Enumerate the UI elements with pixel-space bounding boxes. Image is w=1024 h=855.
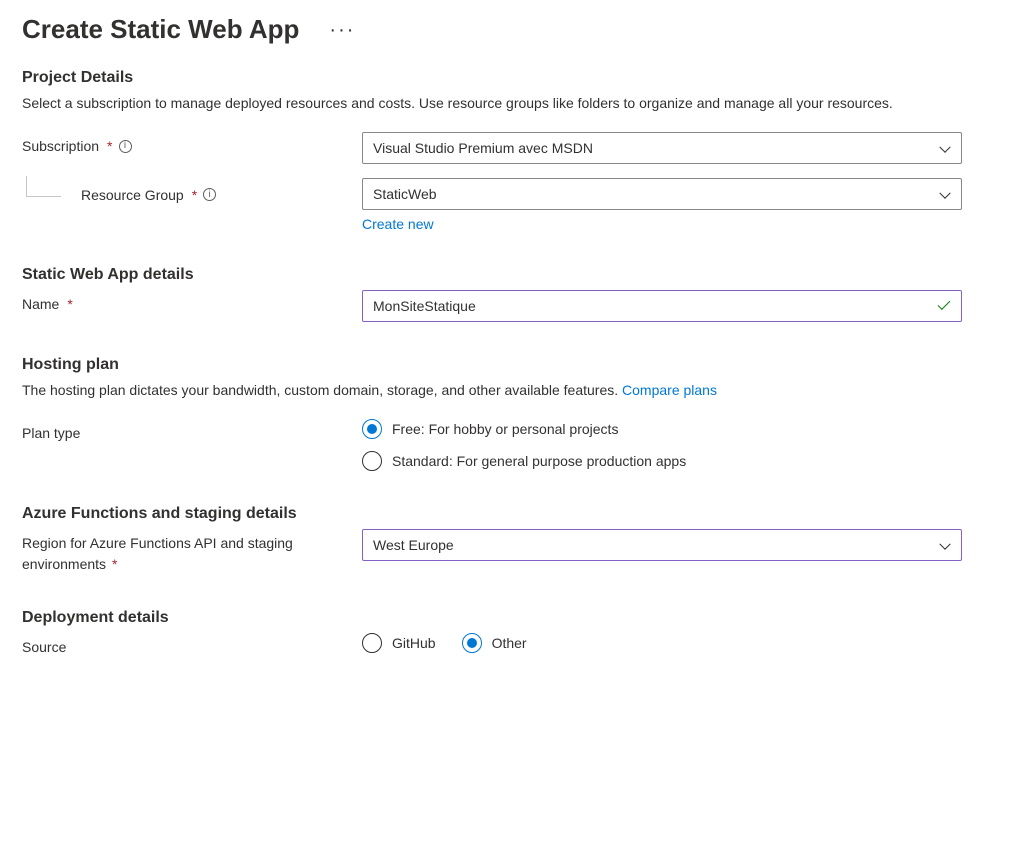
plan-radio-standard[interactable]: Standard: For general purpose production… <box>362 451 962 471</box>
compare-plans-link[interactable]: Compare plans <box>622 382 717 398</box>
info-icon[interactable]: i <box>119 140 132 153</box>
chevron-down-icon <box>939 188 950 199</box>
name-value: MonSiteStatique <box>373 298 476 314</box>
radio-icon <box>462 633 482 653</box>
section-heading-project-details: Project Details <box>22 69 1002 87</box>
project-details-description: Select a subscription to manage deployed… <box>22 93 982 114</box>
chevron-down-icon <box>939 142 950 153</box>
region-label: Region for Azure Functions API and stagi… <box>22 535 293 572</box>
subscription-label: Subscription <box>22 138 99 154</box>
more-actions-icon[interactable]: ··· <box>329 19 355 42</box>
source-github-label: GitHub <box>392 635 436 651</box>
name-input[interactable]: MonSiteStatique <box>362 290 962 322</box>
name-label: Name <box>22 296 59 312</box>
required-marker: * <box>67 296 72 312</box>
radio-icon <box>362 633 382 653</box>
chevron-down-icon <box>939 539 950 550</box>
check-icon <box>938 297 951 310</box>
section-heading-functions: Azure Functions and staging details <box>22 505 1002 523</box>
plan-radio-free[interactable]: Free: For hobby or personal projects <box>362 419 962 439</box>
resource-group-select[interactable]: StaticWeb <box>362 178 962 210</box>
required-marker: * <box>112 556 117 572</box>
section-heading-deployment: Deployment details <box>22 609 1002 627</box>
create-new-link[interactable]: Create new <box>362 216 434 232</box>
hosting-description: The hosting plan dictates your bandwidth… <box>22 380 982 401</box>
plan-free-label: Free: For hobby or personal projects <box>392 421 618 437</box>
source-label: Source <box>22 639 66 655</box>
section-heading-hosting: Hosting plan <box>22 356 1002 374</box>
plan-standard-label: Standard: For general purpose production… <box>392 453 686 469</box>
plan-type-label: Plan type <box>22 425 80 441</box>
required-marker: * <box>107 138 112 154</box>
resource-group-value: StaticWeb <box>373 186 437 202</box>
page-title: Create Static Web App <box>22 14 299 45</box>
section-heading-swa-details: Static Web App details <box>22 266 1002 284</box>
source-radio-github[interactable]: GitHub <box>362 633 436 653</box>
region-select[interactable]: West Europe <box>362 529 962 561</box>
source-other-label: Other <box>492 635 527 651</box>
subscription-select[interactable]: Visual Studio Premium avec MSDN <box>362 132 962 164</box>
subscription-value: Visual Studio Premium avec MSDN <box>373 140 593 156</box>
radio-icon <box>362 419 382 439</box>
source-radio-other[interactable]: Other <box>462 633 527 653</box>
info-icon[interactable]: i <box>203 188 216 201</box>
resource-group-label: Resource Group <box>81 187 184 203</box>
region-value: West Europe <box>373 537 454 553</box>
required-marker: * <box>192 187 197 203</box>
radio-icon <box>362 451 382 471</box>
